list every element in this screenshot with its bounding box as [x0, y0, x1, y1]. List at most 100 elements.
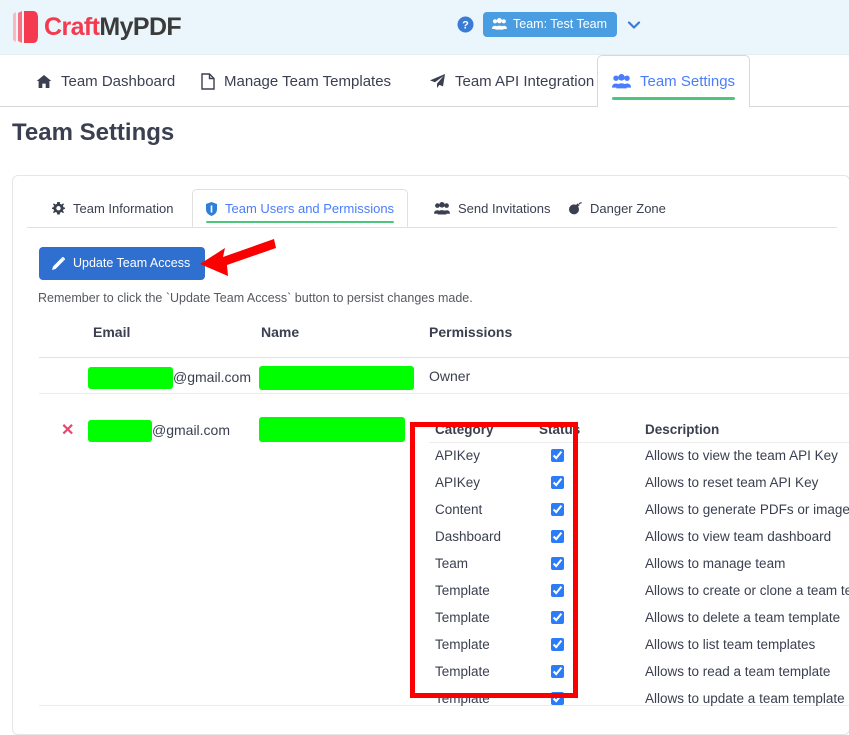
permission-description: Allows to read a team template — [645, 664, 831, 679]
active-tab-underline — [612, 97, 736, 100]
paper-plane-icon — [429, 73, 446, 89]
page-title: Team Settings — [12, 119, 175, 146]
top-header-bar: CraftMyPDF ? Team: Test Team — [0, 0, 849, 55]
nav-tab-team-dashboard[interactable]: Team Dashboard — [22, 55, 189, 107]
permissions-rows-container: APIKey Allows to view the team API Key API… — [429, 442, 849, 713]
inner-tab-label: Danger Zone — [590, 200, 666, 216]
main-navigation-tabs: Team Dashboard Manage Team Templates Tea… — [0, 55, 849, 107]
permission-owner-label: Owner — [429, 368, 471, 384]
permission-description: Allows to update a team template — [645, 691, 845, 706]
permission-status-checkbox[interactable] — [551, 638, 564, 651]
logo-wordmark: CraftMyPDF — [44, 12, 182, 42]
inner-tab-send-invitations[interactable]: Send Invitations — [421, 189, 564, 227]
permission-description: Allows to view team dashboard — [645, 529, 832, 544]
permission-status-checkbox[interactable] — [551, 557, 564, 570]
nav-tab-team-settings[interactable]: Team Settings — [597, 55, 751, 107]
bomb-icon — [568, 201, 582, 215]
shield-icon — [206, 201, 217, 216]
permissions-column-header-status: Status — [539, 422, 581, 437]
inner-tab-danger-zone[interactable]: Danger Zone — [555, 189, 679, 227]
permission-category: Template — [435, 691, 490, 706]
permission-status-checkbox[interactable] — [551, 476, 564, 489]
stacked-pages-icon — [13, 11, 38, 43]
permission-row: APIKey Allows to reset team API Key — [429, 470, 849, 497]
users-group-icon — [612, 74, 631, 89]
update-team-access-button[interactable]: Update Team Access — [39, 247, 206, 280]
permission-category: APIKey — [435, 475, 481, 490]
permission-description: Allows to create or clone a team templat… — [645, 583, 849, 598]
permission-description: Allows to manage team — [645, 556, 786, 571]
column-header-permissions: Permissions — [429, 324, 513, 340]
permission-status-checkbox[interactable] — [551, 503, 564, 516]
team-badge-label: Team: Test Team — [513, 17, 608, 31]
inner-tab-label: Team Users and Permissions — [225, 201, 395, 216]
inner-tab-team-users-and-permissions[interactable]: Team Users and Permissions — [192, 189, 409, 227]
permission-category: Template — [435, 664, 490, 679]
permission-category: Template — [435, 583, 490, 598]
permission-status-checkbox[interactable] — [551, 449, 564, 462]
inner-tab-label: Send Invitations — [458, 200, 551, 216]
table-header-row: Email Name Permissions — [39, 324, 849, 358]
permission-description: Allows to reset team API Key — [645, 475, 819, 490]
permission-status-checkbox[interactable] — [551, 611, 564, 624]
home-icon — [36, 74, 52, 89]
users-group-icon — [492, 18, 507, 30]
permissions-header-row: Category Status Description — [429, 422, 849, 442]
nav-tab-label: Team API Integration — [455, 72, 595, 90]
permission-row: Team Allows to manage team — [429, 551, 849, 578]
permission-row: Template Allows to delete a team template — [429, 605, 849, 632]
svg-text:?: ? — [462, 20, 469, 32]
app-logo[interactable]: CraftMyPDF — [11, 8, 182, 46]
permission-description: Allows to delete a team template — [645, 610, 841, 625]
permission-category: Content — [435, 502, 483, 517]
inner-tab-label: Team Information — [73, 200, 174, 216]
inner-tab-team-information[interactable]: Team Information — [39, 189, 186, 227]
email-domain-suffix: @gmail.com — [152, 422, 231, 438]
permission-row: Template Allows to update a team template — [429, 686, 849, 713]
column-header-email: Email — [93, 324, 131, 340]
email-domain-suffix: @gmail.com — [173, 369, 252, 385]
permission-row: Template Allows to read a team template — [429, 659, 849, 686]
permission-status-checkbox[interactable] — [551, 584, 564, 597]
permission-description: Allows to generate PDFs or images — [645, 502, 849, 517]
users-group-icon — [434, 201, 450, 215]
logo-mypdf-text: MyPDF — [99, 12, 182, 41]
permissions-sub-table: Category Status Description APIKey Allows… — [429, 422, 849, 706]
permission-status-checkbox[interactable] — [551, 665, 564, 678]
x-remove-icon[interactable]: ✕ — [61, 423, 74, 439]
permission-category: APIKey — [435, 448, 481, 463]
permission-description: Allows to view the team API Key — [645, 448, 838, 463]
nav-tab-label: Manage Team Templates — [224, 72, 392, 90]
permission-row: Content Allows to generate PDFs or images — [429, 497, 849, 524]
redacted-email-value — [88, 420, 152, 442]
table-row: @gmail.com Owner — [39, 358, 849, 394]
chevron-down-icon[interactable] — [626, 18, 642, 32]
nav-tab-team-api-integration[interactable]: Team API Integration — [415, 55, 608, 107]
permission-status-checkbox[interactable] — [551, 530, 564, 543]
logo-craft-text: Craft — [44, 12, 100, 41]
file-icon — [201, 72, 215, 90]
permission-category: Template — [435, 637, 490, 652]
permission-row: Dashboard Allows to view team dashboard — [429, 524, 849, 551]
persist-changes-hint: Remember to click the `Update Team Acces… — [38, 291, 473, 305]
header-right-group: ? Team: Test Team — [457, 12, 642, 37]
permission-row: APIKey Allows to view the team API Key — [429, 443, 849, 470]
permission-category: Template — [435, 610, 490, 625]
permissions-column-header-category: Category — [435, 422, 494, 437]
nav-tab-label: Team Settings — [640, 73, 736, 90]
nav-tab-label: Team Dashboard — [61, 72, 176, 90]
permission-category: Team — [435, 556, 469, 571]
table-row: ✕ @gmail.com Category Status Description… — [39, 394, 849, 706]
gear-icon — [52, 201, 65, 215]
inner-tabs-divider — [27, 227, 837, 228]
question-circle-icon[interactable]: ? — [457, 16, 474, 33]
redacted-name-value — [259, 366, 414, 390]
nav-tab-manage-team-templates[interactable]: Manage Team Templates — [187, 55, 405, 107]
team-selector-badge[interactable]: Team: Test Team — [483, 12, 618, 37]
permission-category: Dashboard — [435, 529, 502, 544]
team-users-table: Email Name Permissions @gmail.com Owner … — [39, 324, 849, 706]
permission-description: Allows to list team templates — [645, 637, 816, 652]
permission-status-checkbox[interactable] — [551, 692, 564, 705]
update-button-label: Update Team Access — [73, 256, 191, 270]
active-inner-tab-underline — [206, 220, 395, 223]
